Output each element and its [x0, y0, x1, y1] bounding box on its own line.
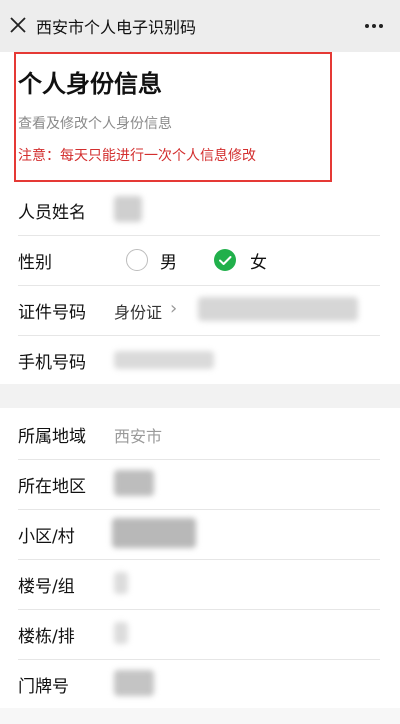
region-value: 西安市 — [114, 427, 163, 446]
address-section: 所属地域 西安市 所在地区 小区/村 楼号/组 楼栋/排 门牌号 — [0, 408, 400, 708]
more-icon[interactable] — [362, 14, 386, 38]
gender-female-label[interactable]: 女 — [250, 248, 267, 273]
phone-value-redacted — [114, 351, 214, 369]
phone-label: 手机号码 — [18, 353, 86, 373]
building-row[interactable]: 楼号/组 — [0, 558, 400, 610]
chevron-right-icon: › — [170, 298, 178, 319]
bottom-strip — [0, 708, 400, 724]
building-value-redacted — [114, 572, 128, 594]
area-value-redacted — [114, 470, 154, 496]
community-label: 小区/村 — [18, 527, 75, 547]
personal-section: 人员姓名 性别 男 女 证件号码 身份证 › 手机号码 — [0, 184, 400, 384]
unit-label: 楼栋/排 — [18, 627, 75, 647]
close-icon[interactable] — [6, 13, 30, 37]
area-label: 所在地区 — [18, 477, 86, 497]
door-row[interactable]: 门牌号 — [0, 658, 400, 710]
door-label: 门牌号 — [18, 677, 69, 697]
gender-male-radio[interactable] — [126, 249, 148, 271]
id-label: 证件号码 — [18, 303, 86, 323]
region-label: 所属地域 — [18, 427, 86, 447]
gender-male-label[interactable]: 男 — [160, 248, 177, 273]
gender-female-radio[interactable] — [214, 249, 236, 271]
page-subtitle: 查看及修改个人身份信息 — [18, 116, 172, 132]
gender-label: 性别 — [18, 253, 52, 273]
notice-text: 注意：每天只能进行一次个人信息修改 — [18, 148, 256, 164]
name-row[interactable]: 人员姓名 — [0, 184, 400, 236]
check-icon — [219, 256, 232, 265]
community-row[interactable]: 小区/村 — [0, 508, 400, 560]
door-value-redacted — [114, 670, 154, 696]
app-title: 西安市个人电子识别码 — [36, 18, 197, 37]
id-type-select[interactable]: 身份证 — [114, 299, 162, 323]
phone-row[interactable]: 手机号码 — [0, 334, 400, 386]
building-label: 楼号/组 — [18, 577, 75, 597]
gender-row: 性别 男 女 — [0, 234, 400, 286]
region-row[interactable]: 所属地域 西安市 — [0, 408, 400, 460]
area-row[interactable]: 所在地区 — [0, 458, 400, 510]
unit-row[interactable]: 楼栋/排 — [0, 608, 400, 660]
unit-value-redacted — [114, 622, 128, 644]
top-bar: 西安市个人电子识别码 — [0, 0, 400, 52]
name-value-redacted — [114, 196, 142, 222]
name-label: 人员姓名 — [18, 203, 86, 223]
id-number-redacted — [198, 297, 358, 321]
page-title: 个人身份信息 — [18, 70, 162, 98]
community-value-redacted — [112, 518, 196, 548]
id-row[interactable]: 证件号码 身份证 › — [0, 284, 400, 336]
